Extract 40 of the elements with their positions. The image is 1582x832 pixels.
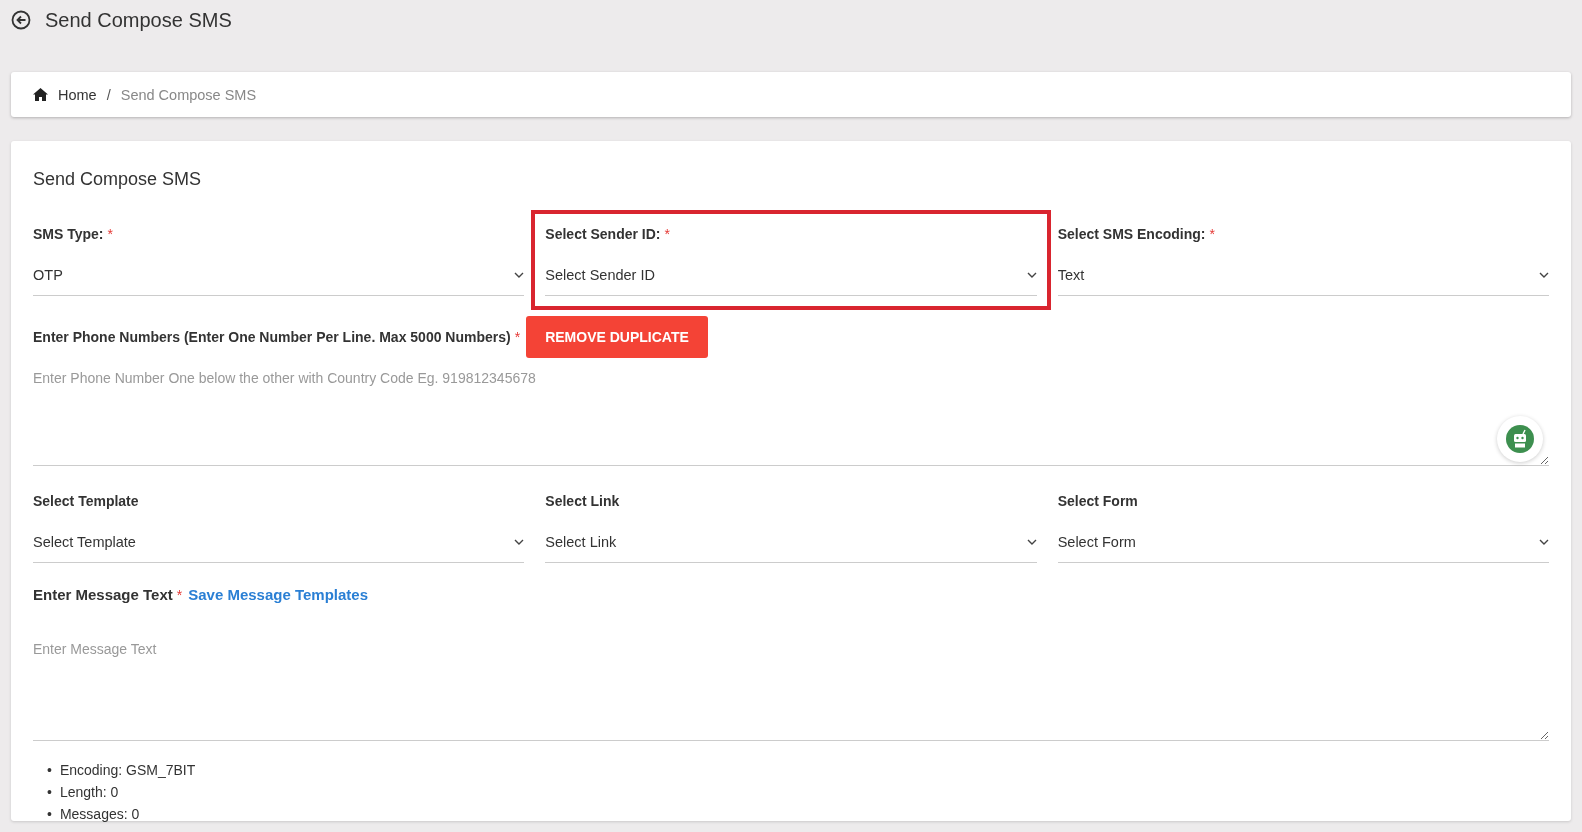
page-title: Send Compose SMS (45, 8, 232, 32)
save-templates-link[interactable]: Save Message Templates (188, 585, 369, 605)
select-dropdown[interactable]: Select Form (1057, 521, 1549, 563)
field-label: Select Form (1057, 492, 1138, 511)
required-mark: * (107, 225, 113, 244)
breadcrumb-item: Send Compose SMS (120, 86, 257, 103)
bullet: • (47, 783, 52, 802)
chevron-down-icon (514, 538, 525, 545)
select-dropdown[interactable]: Select Link (545, 521, 1037, 563)
chevron-down-icon (1539, 271, 1549, 278)
bullet: • (47, 805, 52, 824)
robot-icon (1506, 425, 1534, 453)
card-title: Send Compose SMS (33, 169, 203, 190)
message-stat: Messages: 0 (59, 805, 140, 824)
field-label: Select Link (545, 492, 620, 511)
field-label: SMS Type: (33, 225, 104, 244)
chevron-down-icon (1539, 538, 1549, 545)
required-mark: * (514, 328, 521, 347)
field-label: Select Template (33, 492, 139, 511)
message-stat: Length: 0 (59, 783, 119, 802)
home-icon (33, 88, 48, 101)
select-dropdown[interactable]: Select Template (33, 521, 525, 563)
select-dropdown[interactable]: OTP (33, 254, 525, 296)
required-mark: * (1209, 225, 1215, 244)
field-label: Select SMS Encoding: (1057, 225, 1206, 244)
field-label: Enter Phone Numbers (Enter One Number Per Line. Max 5000 Numbers) (33, 328, 511, 347)
message-stat: Encoding: GSM_7BIT (59, 761, 196, 780)
field-label: Select Sender ID: (545, 225, 661, 244)
breadcrumb-separator: / (106, 86, 111, 103)
chevron-down-icon (1026, 538, 1037, 545)
required-mark: * (176, 586, 183, 605)
chevron-down-icon (1026, 271, 1037, 278)
select-dropdown[interactable]: Select Sender ID (545, 254, 1037, 296)
remove-duplicate-button[interactable]: REMOVE DUPLICATE (526, 316, 708, 358)
field-label: Enter Message Text (33, 585, 173, 605)
bullet: • (47, 761, 52, 780)
required-mark: * (664, 225, 670, 244)
select-dropdown[interactable]: Text (1057, 254, 1549, 296)
chevron-down-icon (514, 271, 525, 278)
breadcrumb-item[interactable]: Home (58, 86, 97, 103)
